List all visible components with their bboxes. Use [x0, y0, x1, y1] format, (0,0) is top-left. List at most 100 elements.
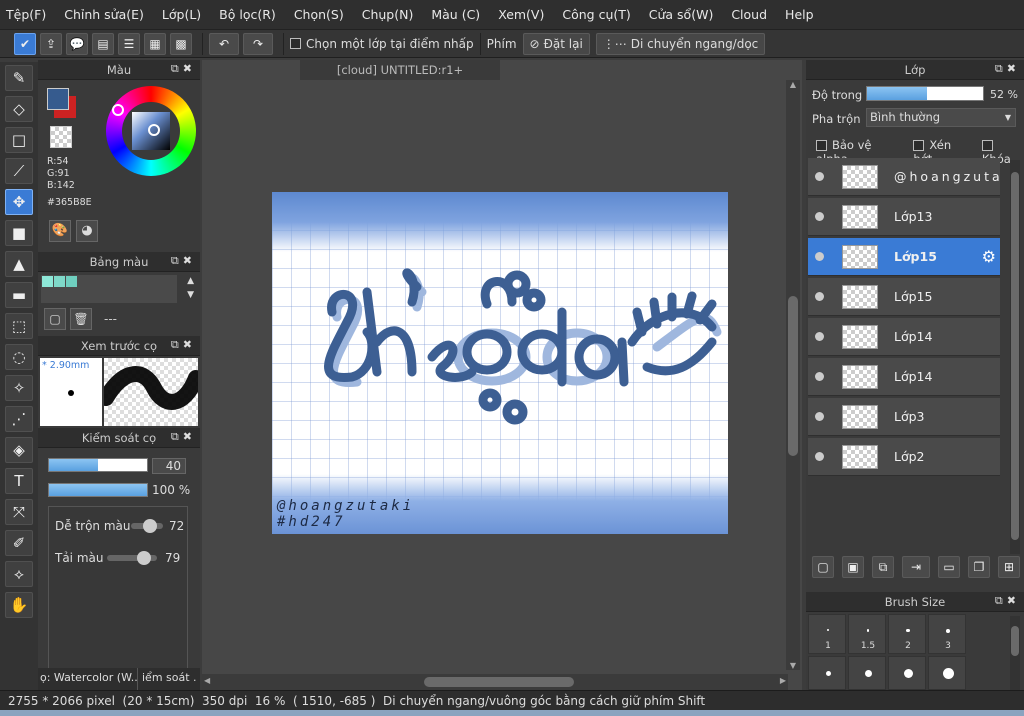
blend-mode-select[interactable]: Bình thường ▼	[866, 108, 1016, 127]
redo-button[interactable]: ↷	[243, 32, 273, 55]
brush-size-cell[interactable]: 2	[888, 614, 926, 654]
panel-controls-icon[interactable]: ⧉✖	[171, 430, 196, 444]
pen-tool-icon[interactable]: ✐	[5, 530, 33, 556]
brush-size-cell[interactable]	[848, 656, 886, 690]
visibility-eye-icon[interactable]	[815, 372, 824, 381]
brush-size-scroll-thumb[interactable]	[1011, 626, 1019, 656]
brush-size-cell[interactable]: 1.5	[848, 614, 886, 654]
visibility-eye-icon[interactable]	[815, 292, 824, 301]
panel-controls-icon[interactable]: ⧉✖	[171, 62, 196, 76]
layer-list-scrollbar[interactable]	[1010, 160, 1020, 554]
duplicate-icon[interactable]: ❐	[968, 556, 990, 578]
document-tab[interactable]: [cloud] UNTITLED:r1+	[300, 60, 500, 80]
rect-tool-icon[interactable]: □	[5, 127, 33, 153]
layer-row[interactable]: Lớp2	[808, 438, 1000, 476]
color-wheel[interactable]	[106, 86, 196, 176]
menu-item[interactable]: Bộ lọc(R)	[219, 7, 276, 22]
grid-icon[interactable]: ▩	[170, 32, 192, 55]
fill-rect-icon[interactable]: ■	[5, 220, 33, 246]
clipping-checkbox[interactable]	[913, 140, 925, 151]
menu-item[interactable]: Cửa sổ(W)	[649, 7, 714, 22]
select-rect-icon[interactable]: ⬚	[5, 313, 33, 339]
menu-item[interactable]: Cloud	[731, 7, 767, 22]
select-tool-icon[interactable]: ✔	[14, 32, 36, 55]
folder-icon[interactable]: ▭	[938, 556, 960, 578]
brush-tool-icon[interactable]: ✎	[5, 65, 33, 91]
menu-item[interactable]: Lớp(L)	[162, 7, 201, 22]
bucket-tool-icon[interactable]: ▲	[5, 251, 33, 277]
canvas-horizontal-scrollbar[interactable]: ◀ ▶	[202, 674, 788, 690]
merge-icon[interactable]: ⊞	[998, 556, 1020, 578]
canvas-vertical-scrollbar[interactable]: ▲ ▼	[786, 80, 800, 670]
color-mix-icon[interactable]: 🎨	[49, 220, 71, 242]
select-eraser-icon[interactable]: ◈	[5, 437, 33, 463]
layer-row[interactable]: Lớp15	[808, 278, 1000, 316]
magic-wand-icon[interactable]: ⟋	[5, 158, 33, 184]
speech-bubble-icon[interactable]: 💬	[66, 32, 88, 55]
scroll-down-icon[interactable]: ▼	[786, 661, 800, 670]
scroll-left-icon[interactable]: ◀	[204, 676, 210, 685]
gradient-tool-icon[interactable]: ▬	[5, 282, 33, 308]
blend-slider[interactable]	[131, 519, 163, 533]
menu-item[interactable]: Help	[785, 7, 814, 22]
palette-swatch[interactable]	[42, 276, 53, 287]
layer-row[interactable]: Lớp3	[808, 398, 1000, 436]
brush-size-cell[interactable]: 3	[928, 614, 966, 654]
brush-size-cell[interactable]	[888, 656, 926, 690]
pan-mode-button[interactable]: ⋮⋯ Di chuyển ngang/dọc	[595, 32, 766, 55]
panel-controls-icon[interactable]: ⧉✖	[995, 594, 1020, 608]
panel-controls-icon[interactable]: ⧉✖	[995, 62, 1020, 76]
color-palette-icon[interactable]: ◕	[76, 220, 98, 242]
document-icon[interactable]: ☰	[118, 32, 140, 55]
brush-size-value[interactable]: 40	[152, 458, 186, 474]
panel-controls-icon[interactable]: ⧉✖	[171, 254, 196, 268]
menu-item[interactable]: Xem(V)	[498, 7, 544, 22]
wand-select-icon[interactable]: ✧	[5, 375, 33, 401]
menu-item[interactable]: Chọn(S)	[294, 7, 344, 22]
delete-palette-icon[interactable]: 🗑	[70, 308, 92, 330]
menu-item[interactable]: Công cụ(T)	[562, 7, 630, 22]
eraser-tool-icon[interactable]: ◇	[5, 96, 33, 122]
layer-scroll-thumb[interactable]	[1011, 172, 1019, 540]
select-pen-icon[interactable]: ⋰	[5, 406, 33, 432]
hand-tool-icon[interactable]: ✋	[5, 592, 33, 618]
protect-alpha-checkbox[interactable]	[816, 140, 827, 151]
brush-opacity-slider[interactable]	[48, 483, 148, 497]
visibility-eye-icon[interactable]	[815, 412, 824, 421]
brush-size-slider[interactable]	[48, 458, 148, 472]
menu-item[interactable]: Màu (C)	[431, 7, 480, 22]
reload-slider[interactable]	[107, 551, 157, 565]
new-layer-icon[interactable]: ▢	[812, 556, 834, 578]
visibility-eye-icon[interactable]	[815, 212, 824, 221]
reset-button[interactable]: ⊘ Đặt lại	[522, 32, 590, 55]
brush-size-cell[interactable]: 1	[808, 614, 846, 654]
palette-swatch[interactable]	[66, 276, 77, 287]
export-icon[interactable]: ⇪	[40, 32, 62, 55]
text-tool-icon[interactable]: T	[5, 468, 33, 494]
layer-row[interactable]: Lớp14	[808, 318, 1000, 356]
vertical-scroll-thumb[interactable]	[788, 296, 798, 456]
select-layer-checkbox[interactable]	[290, 38, 301, 49]
reload-knob-icon[interactable]	[137, 551, 151, 565]
menu-item[interactable]: Chỉnh sửa(E)	[64, 7, 144, 22]
tab-watercolor[interactable]: ọ: Watercolor (W...	[38, 668, 138, 690]
layer-row[interactable]: Lớp13	[808, 198, 1000, 236]
menu-item[interactable]: Chụp(N)	[362, 7, 414, 22]
new-folder-layer-icon[interactable]: ▣	[842, 556, 864, 578]
palette-scroll-up-icon[interactable]: ▲	[187, 276, 194, 286]
list-icon[interactable]: ▦	[144, 32, 166, 55]
move-tool-icon[interactable]: ✥	[5, 189, 33, 215]
scroll-right-icon[interactable]: ▶	[780, 676, 786, 685]
scroll-up-icon[interactable]: ▲	[786, 80, 800, 89]
lock-checkbox[interactable]	[981, 140, 993, 151]
eyedropper-tool-icon[interactable]: ⟡	[5, 561, 33, 587]
drawing-canvas[interactable]: @hoangzutaki #hd247	[272, 192, 728, 534]
import-layer-icon[interactable]: ⇥	[902, 556, 930, 578]
foreground-color-swatch[interactable]	[47, 88, 69, 110]
brush-size-scrollbar[interactable]	[1010, 616, 1020, 690]
visibility-eye-icon[interactable]	[815, 332, 824, 341]
brush-size-cell[interactable]	[928, 656, 966, 690]
menu-item[interactable]: Tệp(F)	[6, 7, 46, 22]
visibility-eye-icon[interactable]	[815, 172, 824, 181]
palette-scroll-down-icon[interactable]: ▼	[187, 290, 194, 300]
